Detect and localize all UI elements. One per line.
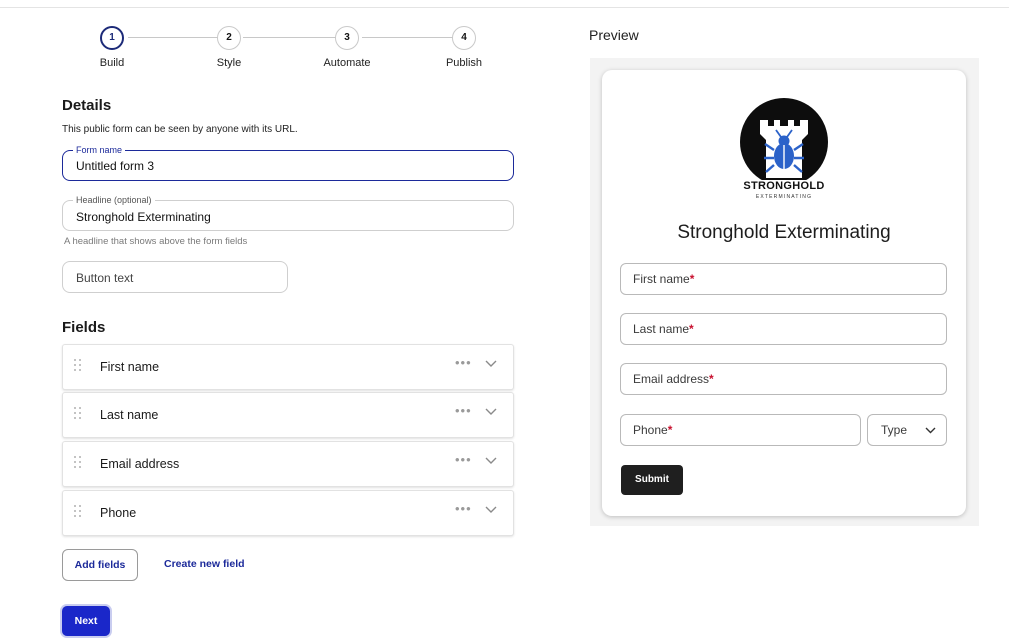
drag-handle-icon[interactable] — [74, 456, 84, 472]
step-build[interactable]: 1 Build — [67, 26, 157, 69]
field-row-email-address[interactable]: Email address ••• — [62, 441, 514, 487]
preview-email-input[interactable]: Email address* — [620, 363, 947, 395]
form-name-label: Form name — [73, 144, 126, 156]
castle-bug-logo: STRONGHOLD EXTERMINATING — [734, 98, 834, 208]
button-text-field[interactable]: Button text — [62, 261, 288, 293]
next-button[interactable]: Next — [62, 606, 110, 636]
preview-first-name-input[interactable]: First name* — [620, 263, 947, 295]
add-fields-button[interactable]: Add fields — [62, 549, 138, 581]
chevron-down-icon — [925, 427, 936, 434]
field-row-first-name[interactable]: First name ••• — [62, 344, 514, 390]
step-style[interactable]: 2 Style — [184, 26, 274, 69]
step-number: 3 — [335, 26, 359, 50]
input-placeholder: Phone — [633, 423, 668, 437]
details-heading: Details — [62, 97, 112, 114]
step-label: Publish — [445, 57, 483, 69]
button-text-placeholder: Button text — [76, 271, 134, 285]
form-name-value: Untitled form 3 — [76, 159, 155, 173]
input-placeholder: Last name — [633, 322, 690, 336]
field-row-label: Last name — [100, 408, 159, 422]
headline-field[interactable]: Headline (optional) Stronghold Extermina… — [62, 194, 514, 231]
step-label: Build — [99, 57, 125, 69]
preview-phone-type-select[interactable]: Type — [867, 414, 947, 446]
preview-phone-input[interactable]: Phone* — [620, 414, 861, 446]
details-description: This public form can be seen by anyone w… — [62, 124, 298, 135]
headline-label: Headline (optional) — [73, 194, 155, 206]
step-number: 1 — [100, 26, 124, 50]
field-row-label: Email address — [100, 457, 180, 471]
chevron-down-icon[interactable] — [485, 456, 497, 466]
phone-type-value: Type — [881, 423, 908, 437]
more-horizontal-icon[interactable]: ••• — [455, 355, 472, 370]
field-row-phone[interactable]: Phone ••• — [62, 490, 514, 536]
step-label: Style — [216, 57, 242, 69]
preview-headline: Stronghold Exterminating — [677, 222, 891, 243]
logo-tagline: EXTERMINATING — [755, 194, 813, 200]
preview-last-name-input[interactable]: Last name* — [620, 313, 947, 345]
chevron-down-icon[interactable] — [485, 407, 497, 417]
field-row-last-name[interactable]: Last name ••• — [62, 392, 514, 438]
chevron-down-icon[interactable] — [485, 505, 497, 515]
more-horizontal-icon[interactable]: ••• — [455, 501, 472, 516]
required-asterisk: * — [689, 322, 694, 336]
preview-submit-button[interactable]: Submit — [621, 465, 683, 495]
logo-mark — [740, 98, 828, 186]
form-name-field[interactable]: Form name Untitled form 3 — [62, 144, 514, 181]
create-new-field-link[interactable]: Create new field — [164, 558, 245, 570]
more-horizontal-icon[interactable]: ••• — [455, 403, 472, 418]
top-divider — [0, 7, 1009, 8]
chevron-down-icon[interactable] — [485, 359, 497, 369]
input-placeholder: Email address — [633, 372, 710, 386]
logo-wordmark: STRONGHOLD — [743, 180, 825, 192]
headline-value: Stronghold Exterminating — [76, 210, 211, 224]
step-number: 4 — [452, 26, 476, 50]
fields-heading: Fields — [62, 319, 106, 336]
step-label: Automate — [323, 57, 371, 69]
drag-handle-icon[interactable] — [74, 407, 84, 423]
required-asterisk: * — [667, 423, 673, 437]
progress-stepper: 1 Build 2 Style 3 Automate 4 Publish — [60, 26, 530, 76]
headline-helper-text: A headline that shows above the form fie… — [64, 236, 248, 247]
step-publish[interactable]: 4 Publish — [419, 26, 509, 69]
step-automate[interactable]: 3 Automate — [302, 26, 392, 69]
step-number: 2 — [217, 26, 241, 50]
field-row-label: Phone — [100, 506, 137, 520]
drag-handle-icon[interactable] — [74, 359, 84, 375]
more-horizontal-icon[interactable]: ••• — [455, 452, 472, 467]
preview-heading: Preview — [589, 27, 639, 43]
required-asterisk: * — [689, 272, 695, 286]
drag-handle-icon[interactable] — [74, 505, 84, 521]
required-asterisk: * — [709, 372, 714, 386]
input-placeholder: First name — [633, 272, 690, 286]
field-row-label: First name — [100, 360, 160, 374]
